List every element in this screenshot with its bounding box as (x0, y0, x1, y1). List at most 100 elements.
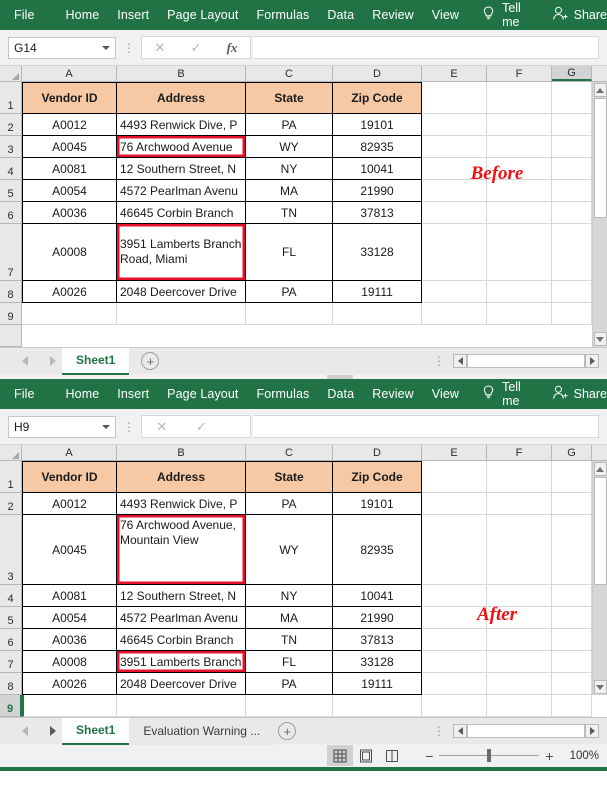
ribbon-tab-view[interactable]: View (423, 8, 468, 22)
column-header-g[interactable]: G (552, 445, 592, 460)
cell-d8[interactable]: 19111 (333, 281, 422, 303)
normal-view-button[interactable] (327, 745, 354, 766)
cell-b9[interactable] (117, 303, 246, 325)
cell-e8[interactable] (422, 673, 487, 695)
scroll-down-button[interactable] (593, 332, 607, 346)
cell-a3[interactable]: A0045 (22, 136, 117, 158)
ribbon-tab-page-layout[interactable]: Page Layout (158, 387, 247, 401)
cell-c1[interactable]: State (246, 82, 333, 114)
scrollbar-thumb[interactable] (593, 98, 607, 218)
column-header-b[interactable]: B (117, 66, 246, 81)
cell-f9[interactable] (487, 695, 552, 717)
cell-a9[interactable] (22, 303, 117, 325)
cell-g4[interactable] (552, 585, 592, 607)
row-header-3[interactable]: 3 (0, 515, 22, 585)
cell-e6[interactable] (422, 202, 487, 224)
cell-e1[interactable] (422, 82, 487, 114)
cell-f6[interactable] (487, 629, 552, 651)
cell-d4[interactable]: 10041 (333, 158, 422, 180)
cell-b4[interactable]: 12 Southern Street, N (117, 585, 246, 607)
cell-b5[interactable]: 4572 Pearlman Avenu (117, 607, 246, 629)
cell-c9[interactable] (246, 695, 333, 717)
scrollbar-thumb[interactable] (593, 477, 607, 585)
row-header-2[interactable]: 2 (0, 114, 22, 136)
name-box-before[interactable]: G14 (8, 36, 116, 59)
share-button[interactable]: Share (552, 6, 607, 24)
cell-b7-highlighted[interactable]: 3951 Lamberts Branch (117, 651, 246, 673)
cell-c6[interactable]: TN (246, 629, 333, 651)
cell-d9[interactable] (333, 695, 422, 717)
cell-c2[interactable]: PA (246, 493, 333, 515)
cell-d3[interactable]: 82935 (333, 515, 422, 585)
scroll-left-button[interactable] (453, 724, 467, 738)
cell-g3[interactable] (552, 515, 592, 585)
cell-f2[interactable] (487, 493, 552, 515)
ribbon-tab-review[interactable]: Review (363, 8, 423, 22)
ribbon-tab-view[interactable]: View (423, 387, 468, 401)
scroll-right-button[interactable] (585, 354, 599, 368)
cell-e6[interactable] (422, 629, 487, 651)
cell-b6[interactable]: 46645 Corbin Branch (117, 629, 246, 651)
cell-b3-highlighted[interactable]: 76 Archwood Avenue (117, 136, 246, 158)
cell-g7[interactable] (552, 651, 592, 673)
cell-d3[interactable]: 82935 (333, 136, 422, 158)
column-header-c[interactable]: C (246, 445, 333, 460)
cell-g8[interactable] (552, 673, 592, 695)
ribbon-tab-file[interactable]: File (14, 8, 57, 22)
row-header-6[interactable]: 6 (0, 629, 22, 651)
cell-a8[interactable]: A0026 (22, 673, 117, 695)
cell-b8[interactable]: 2048 Deercover Drive (117, 673, 246, 695)
cell-f3[interactable] (487, 515, 552, 585)
cell-c3[interactable]: WY (246, 136, 333, 158)
cell-c8[interactable]: PA (246, 673, 333, 695)
cell-g2[interactable] (552, 493, 592, 515)
cell-f8[interactable] (487, 281, 552, 303)
prev-sheet-icon[interactable] (22, 726, 28, 736)
cell-e1[interactable] (422, 461, 487, 493)
next-sheet-icon[interactable] (50, 356, 56, 366)
cell-c4[interactable]: NY (246, 158, 333, 180)
cell-g2[interactable] (552, 114, 592, 136)
cell-e3[interactable] (422, 515, 487, 585)
prev-sheet-icon[interactable] (22, 356, 28, 366)
cell-g9[interactable] (552, 695, 592, 717)
row-header-1[interactable]: 1 (0, 461, 22, 493)
hscroll-track[interactable] (467, 724, 585, 738)
ribbon-tab-formulas[interactable]: Formulas (247, 387, 318, 401)
tell-me-button[interactable]: Tell me (482, 1, 530, 29)
cell-a4[interactable]: A0081 (22, 158, 117, 180)
cell-f8[interactable] (487, 673, 552, 695)
chevron-down-icon[interactable] (102, 424, 110, 429)
column-header-c[interactable]: C (246, 66, 333, 81)
select-all-corner-before[interactable] (0, 66, 22, 81)
cell-e3[interactable] (422, 136, 487, 158)
cell-f7[interactable] (487, 651, 552, 673)
zoom-slider-thumb[interactable] (487, 749, 492, 762)
cell-b1[interactable]: Address (117, 82, 246, 114)
cell-f6[interactable] (487, 202, 552, 224)
vertical-scrollbar-after[interactable] (592, 461, 607, 695)
cell-d6[interactable]: 37813 (333, 629, 422, 651)
cancel-icon[interactable]: ✕ (155, 40, 166, 56)
row-header-5[interactable]: 5 (0, 180, 22, 202)
ribbon-tab-insert[interactable]: Insert (108, 8, 158, 22)
next-sheet-icon[interactable] (50, 726, 56, 736)
cell-c1[interactable]: State (246, 461, 333, 493)
cell-c6[interactable]: TN (246, 202, 333, 224)
insert-function-icon[interactable]: fx (227, 40, 238, 56)
add-sheet-button[interactable]: + (278, 722, 297, 740)
row-header-9[interactable]: 9 (0, 303, 22, 325)
column-header-d[interactable]: D (333, 445, 422, 460)
ribbon-tab-file[interactable]: File (14, 387, 57, 401)
row-header-7[interactable]: 7 (0, 224, 22, 281)
cell-g6[interactable] (552, 202, 592, 224)
sheet-tab-sheet1[interactable]: Sheet1 (62, 347, 130, 375)
column-header-e[interactable]: E (422, 66, 487, 81)
cell-f3[interactable] (487, 136, 552, 158)
cell-d5[interactable]: 21990 (333, 607, 422, 629)
cell-d1[interactable]: Zip Code (333, 82, 422, 114)
cell-e9[interactable] (422, 695, 487, 717)
cell-f7[interactable] (487, 224, 552, 281)
column-header-f[interactable]: F (487, 445, 552, 460)
cell-a5[interactable]: A0054 (22, 180, 117, 202)
